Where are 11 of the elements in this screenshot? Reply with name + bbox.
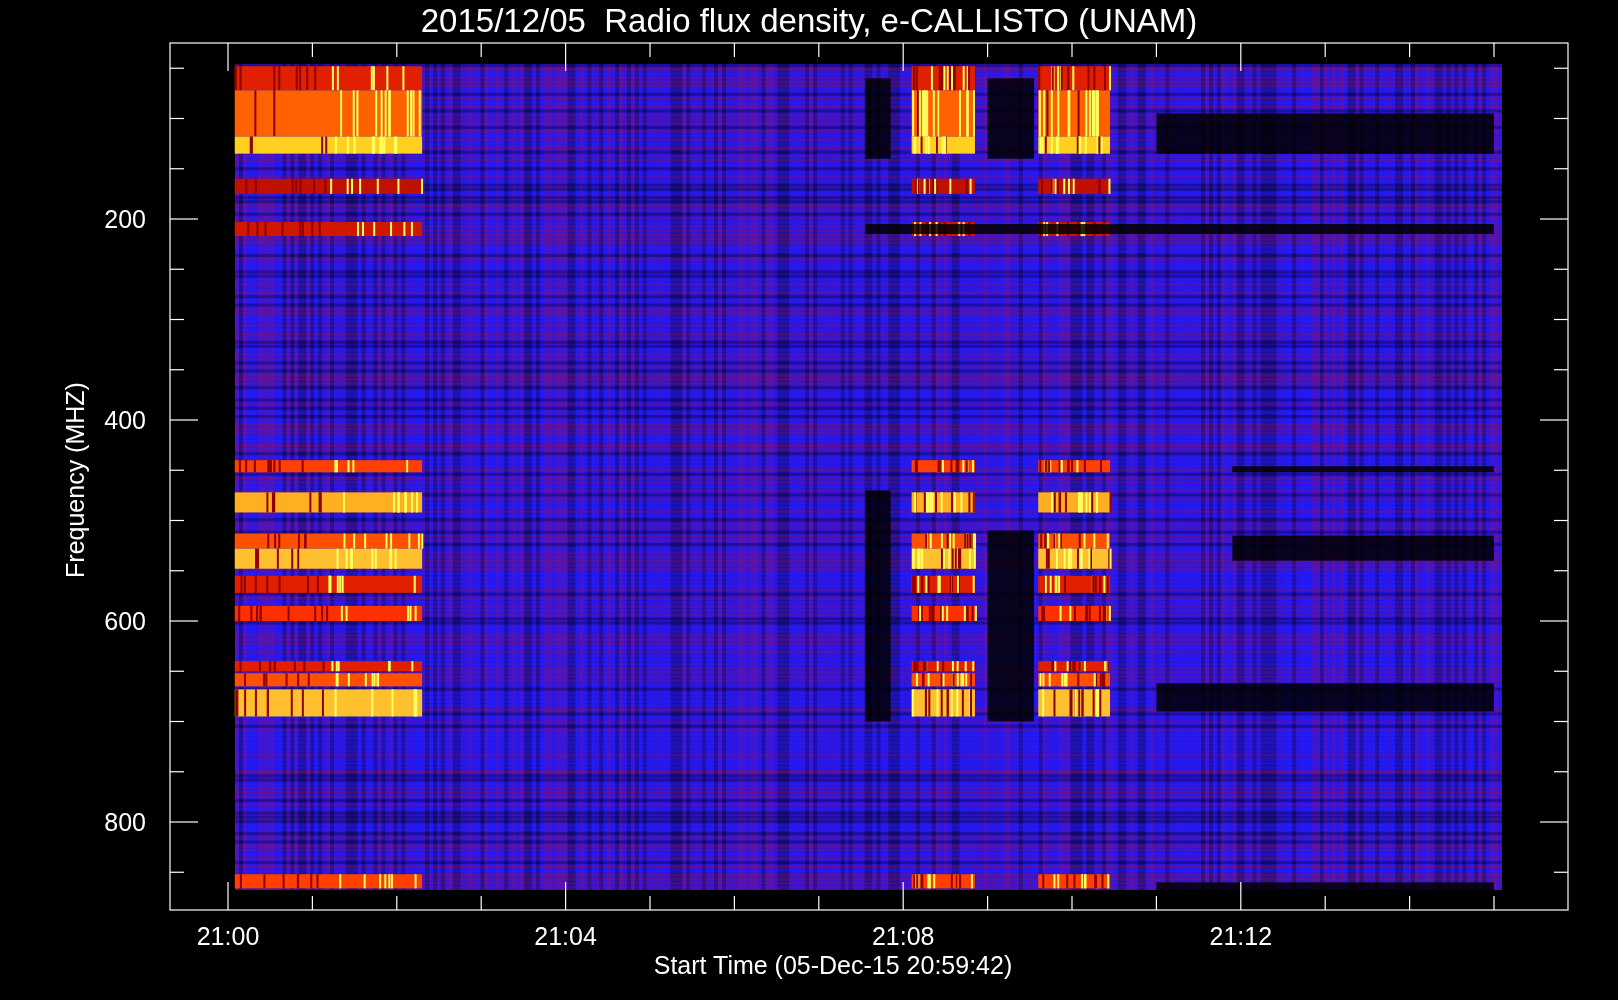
tick-label: 400 [104,406,146,434]
tick-label: 21:08 [871,922,935,950]
tick-label: 200 [104,205,146,233]
plot-title: 2015/12/05 Radio flux density, e-CALLISTO (UNAM) [420,2,1198,39]
axis-label: Start Time (05-Dec-15 20:59:42) [653,951,1013,979]
tick-label: 800 [104,808,146,836]
tick-label: 600 [104,607,146,635]
axis-label: Frequency (MHZ) [61,382,89,578]
tick-label: 21:12 [1209,922,1273,950]
tick-label: 21:00 [196,922,260,950]
tick-label: 21:04 [534,922,597,950]
